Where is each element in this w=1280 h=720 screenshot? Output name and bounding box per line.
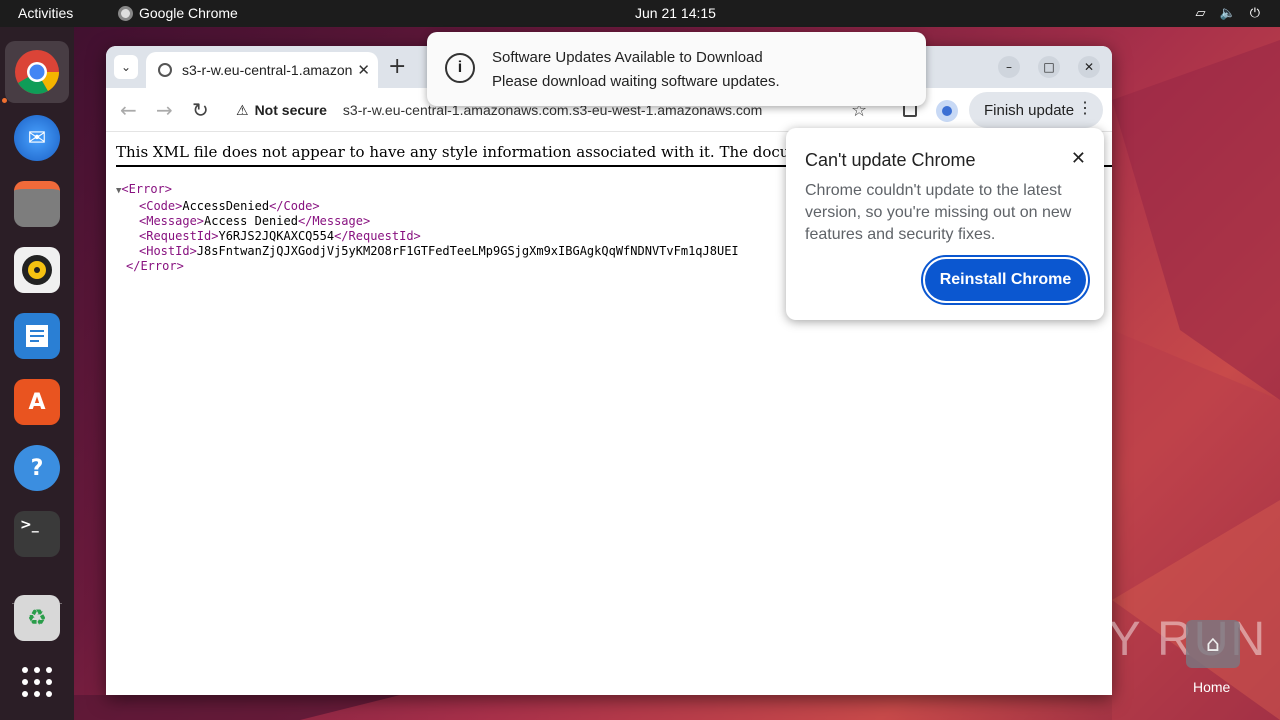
- dock: ✉ A ? >_ ♻: [0, 27, 74, 720]
- dock-item-thunderbird[interactable]: ✉: [5, 107, 69, 169]
- close-window-button[interactable]: ✕: [1078, 56, 1100, 78]
- tab-active[interactable]: s3-r-w.eu-central-1.amazonaws.com ✕: [146, 52, 378, 88]
- system-tray[interactable]: ▱ 🔈 ⏻: [1196, 5, 1260, 21]
- clock[interactable]: Jun 21 14:15: [635, 5, 716, 21]
- app-menu[interactable]: Google Chrome: [118, 5, 238, 21]
- activities-button[interactable]: Activities: [18, 5, 73, 21]
- app-name-label: Google Chrome: [139, 5, 238, 21]
- thunderbird-icon: ✉: [14, 115, 60, 161]
- writer-icon: [14, 313, 60, 359]
- xml-message-line: <Message>Access Denied</Message>: [139, 214, 371, 228]
- cant-update-popup: Can't update Chrome ✕ Chrome couldn't up…: [786, 128, 1104, 320]
- close-tab-icon[interactable]: ✕: [357, 61, 370, 79]
- xml-code-line: <Code>AccessDenied</Code>: [139, 199, 320, 213]
- dock-item-files[interactable]: [5, 173, 69, 235]
- home-folder-icon[interactable]: ⌂: [1186, 620, 1240, 668]
- new-tab-button[interactable]: +: [388, 54, 406, 79]
- notification-title: Software Updates Available to Download: [492, 49, 763, 66]
- back-button[interactable]: ←: [120, 98, 137, 122]
- dock-item-rhythmbox[interactable]: [5, 239, 69, 301]
- terminal-icon: >_: [14, 511, 60, 557]
- home-label[interactable]: Home: [1193, 679, 1230, 695]
- chevron-down-icon: ⌄: [120, 60, 132, 74]
- close-icon[interactable]: ✕: [1071, 148, 1086, 169]
- xml-root-open[interactable]: ▼<Error>: [116, 182, 739, 199]
- dock-item-chrome[interactable]: [5, 41, 69, 103]
- trash-icon: ♻: [14, 595, 60, 641]
- reinstall-chrome-button[interactable]: Reinstall Chrome: [921, 255, 1090, 305]
- dock-item-help[interactable]: ?: [5, 437, 69, 499]
- popup-body: Chrome couldn't update to the latest ver…: [805, 182, 1072, 243]
- rhythmbox-icon: [14, 247, 60, 293]
- dock-item-software[interactable]: A: [5, 371, 69, 433]
- volume-icon: 🔈: [1219, 5, 1236, 20]
- app-grid-icon: [22, 667, 52, 697]
- xml-tree: ▼<Error> <Code>AccessDenied</Code> <Mess…: [116, 182, 739, 274]
- dock-item-writer[interactable]: [5, 305, 69, 367]
- reload-button[interactable]: ↻: [192, 98, 209, 122]
- maximize-button[interactable]: □: [1038, 56, 1060, 78]
- update-notification[interactable]: i Software Updates Available to Download…: [427, 32, 926, 106]
- notification-body: Please download waiting software updates…: [492, 73, 780, 90]
- minimize-button[interactable]: –: [998, 56, 1020, 78]
- popup-title: Can't update Chrome: [805, 150, 976, 170]
- forward-button[interactable]: →: [156, 98, 173, 122]
- tab-search-button[interactable]: ⌄: [114, 55, 138, 79]
- profile-avatar[interactable]: [936, 100, 958, 122]
- chrome-icon: [118, 5, 133, 21]
- finish-update-label: Finish update: [984, 101, 1075, 119]
- warning-icon[interactable]: ⚠: [236, 102, 249, 119]
- xml-root-close: </Error>: [126, 259, 184, 273]
- dock-item-show-apps[interactable]: [5, 651, 69, 713]
- person-icon: [942, 106, 952, 116]
- globe-icon: [158, 63, 172, 77]
- software-store-icon: A: [14, 379, 60, 425]
- network-icon: ▱: [1195, 5, 1206, 20]
- kebab-menu-icon: ⋮: [1077, 100, 1093, 117]
- xml-hostid-line: <HostId>J8sFntwanZjQJXGodjVj5yKM2O8rF1GT…: [139, 244, 739, 258]
- power-icon: ⏻: [1249, 5, 1260, 20]
- help-icon: ?: [14, 445, 60, 491]
- xml-requestid-line: <RequestId>Y6RJS2JQKAXCQ554</RequestId>: [139, 229, 421, 243]
- top-bar: Activities Google Chrome Jun 21 14:15 ▱ …: [0, 0, 1280, 27]
- chrome-icon: [15, 50, 59, 94]
- files-icon: [14, 181, 60, 227]
- info-icon: i: [445, 53, 475, 83]
- dock-item-trash[interactable]: ♻: [5, 587, 69, 649]
- dock-item-terminal[interactable]: >_: [5, 503, 69, 565]
- finish-update-button[interactable]: Finish update ⋮: [969, 92, 1103, 128]
- security-label[interactable]: Not secure: [255, 102, 327, 118]
- tab-title: s3-r-w.eu-central-1.amazonaws.com: [182, 62, 352, 78]
